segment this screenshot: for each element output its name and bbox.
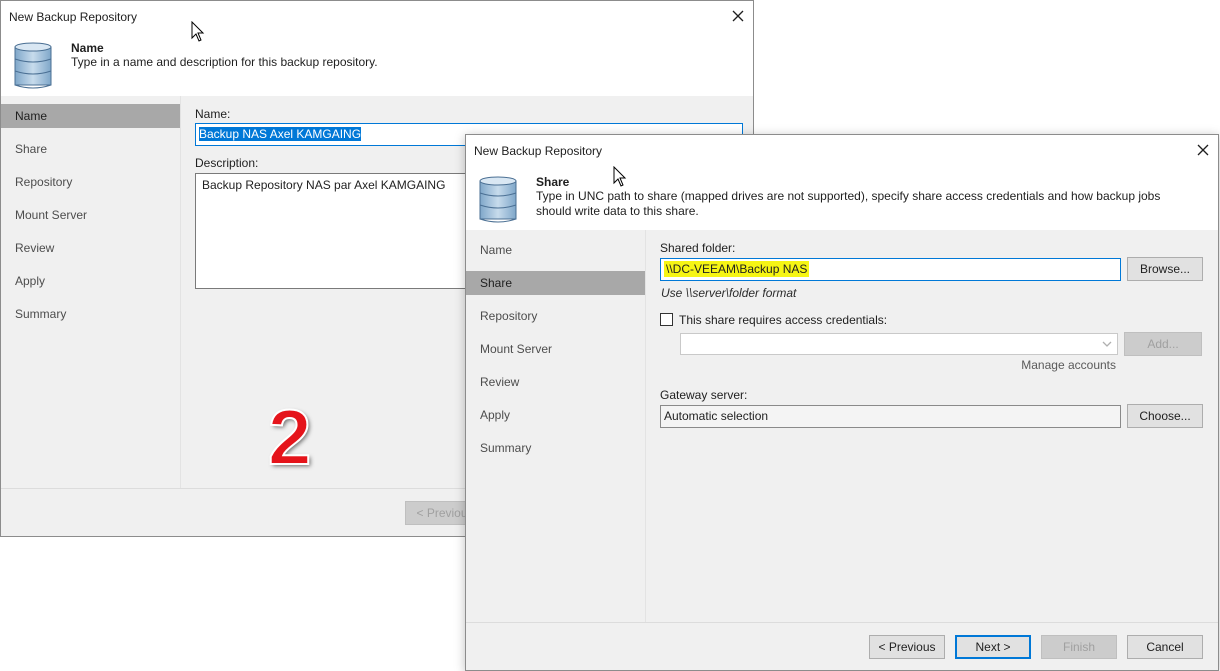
gateway-server-input[interactable]: Automatic selection (660, 405, 1121, 428)
close-button[interactable] (1194, 141, 1212, 159)
shared-folder-value: \\DC-VEEAM\Backup NAS (664, 261, 810, 277)
nav-step-share[interactable]: Share (1, 133, 180, 166)
name-input-value: Backup NAS Axel KAMGAING (199, 127, 362, 141)
close-button[interactable] (729, 7, 747, 25)
cursor-icon (191, 21, 205, 42)
step-description: Type in UNC path to share (mapped drives… (536, 189, 1161, 218)
nav-step-name[interactable]: Name (466, 234, 645, 267)
manage-accounts-link[interactable]: Manage accounts (1021, 358, 1116, 372)
choose-button[interactable]: Choose... (1127, 404, 1203, 428)
step-content: Shared folder: \\DC-VEEAM\Backup NAS Bro… (647, 230, 1218, 622)
chevron-down-icon (1102, 341, 1112, 347)
shared-folder-label: Shared folder: (660, 241, 736, 255)
dialog-share-step: New Backup Repository Share Type in UNC … (465, 134, 1219, 671)
credentials-dropdown[interactable] (680, 333, 1118, 355)
finish-button[interactable]: Finish (1041, 635, 1117, 659)
credentials-checkbox[interactable] (660, 313, 673, 326)
close-icon (732, 10, 744, 22)
description-label: Description: (195, 156, 259, 170)
cancel-button[interactable]: Cancel (1127, 635, 1203, 659)
nav-step-apply[interactable]: Apply (1, 265, 180, 298)
shared-folder-input[interactable]: \\DC-VEEAM\Backup NAS (660, 258, 1121, 281)
nav-step-repository[interactable]: Repository (1, 166, 180, 199)
title-bar: New Backup Repository (466, 135, 1218, 166)
nav-step-review[interactable]: Review (1, 232, 180, 265)
database-icon (479, 176, 517, 223)
format-hint: Use \\server\folder format (661, 286, 797, 300)
wizard-steps-nav: Name Share Repository Mount Server Revie… (466, 230, 646, 622)
window-title: New Backup Repository (474, 144, 603, 158)
wizard-steps-nav: Name Share Repository Mount Server Revie… (1, 96, 181, 488)
annotation-number: 2 (267, 393, 312, 481)
step-description: Type in a name and description for this … (71, 55, 378, 69)
nav-step-review[interactable]: Review (466, 366, 645, 399)
cursor-icon (613, 166, 627, 187)
nav-step-repository[interactable]: Repository (466, 300, 645, 333)
browse-button[interactable]: Browse... (1127, 257, 1203, 281)
name-label: Name: (195, 107, 231, 121)
next-button[interactable]: Next > (955, 635, 1031, 659)
nav-step-apply[interactable]: Apply (466, 399, 645, 432)
wizard-header: Share Type in UNC path to share (mapped … (466, 166, 1218, 230)
step-title: Name (71, 41, 104, 55)
description-value: Backup Repository NAS par Axel KAMGAING (202, 178, 446, 192)
database-icon (14, 42, 52, 89)
nav-step-mount-server[interactable]: Mount Server (1, 199, 180, 232)
credentials-checkbox-label[interactable]: This share requires access credentials: (679, 313, 887, 327)
gateway-label: Gateway server: (660, 388, 748, 402)
wizard-body: Name Share Repository Mount Server Revie… (466, 230, 1218, 622)
previous-button[interactable]: < Previous (869, 635, 945, 659)
close-icon (1197, 144, 1209, 156)
step-title: Share (536, 175, 570, 189)
nav-step-name[interactable]: Name (1, 104, 180, 128)
nav-step-summary[interactable]: Summary (466, 432, 645, 465)
gateway-server-value: Automatic selection (664, 409, 769, 423)
window-title: New Backup Repository (9, 10, 138, 24)
wizard-footer: < Previous Next > Finish Cancel (466, 622, 1218, 670)
nav-step-mount-server[interactable]: Mount Server (466, 333, 645, 366)
wizard-header: Name Type in a name and description for … (1, 32, 753, 96)
add-button[interactable]: Add... (1124, 332, 1202, 356)
title-bar: New Backup Repository (1, 1, 753, 32)
nav-step-share[interactable]: Share (466, 271, 645, 295)
nav-step-summary[interactable]: Summary (1, 298, 180, 331)
